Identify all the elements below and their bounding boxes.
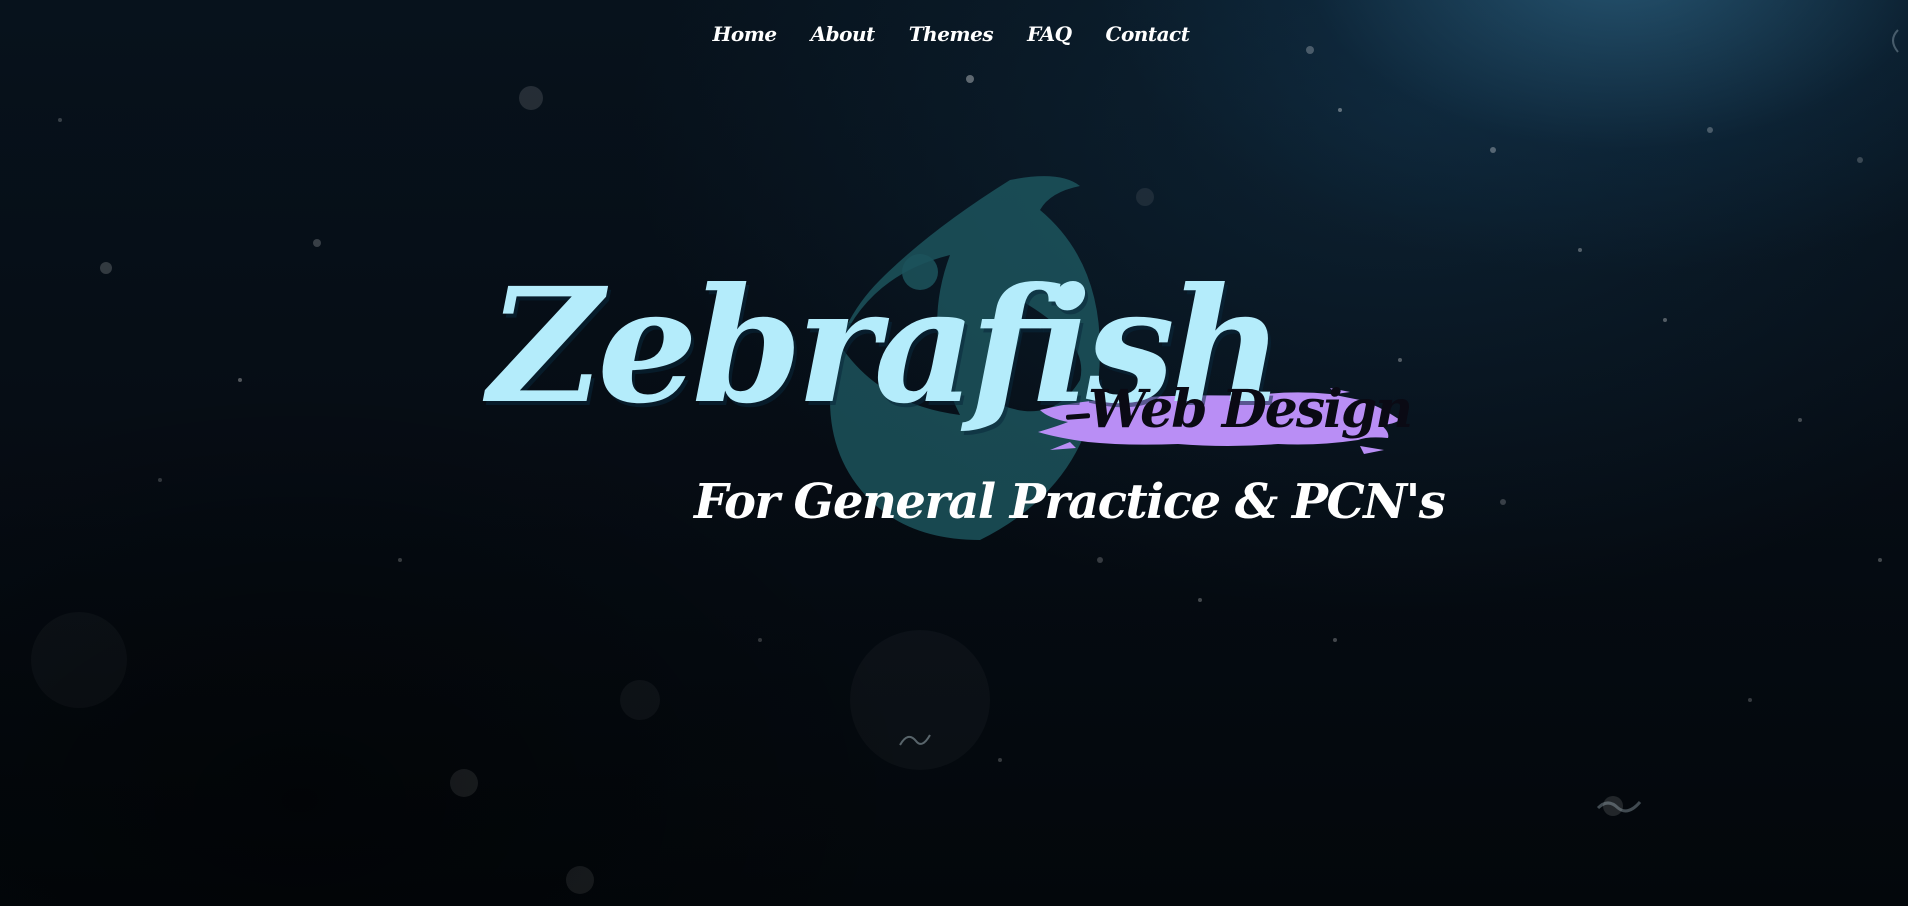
main-nav: Home About Themes FAQ Contact <box>0 22 1908 46</box>
nav-themes-link[interactable]: Themes <box>909 22 994 46</box>
hero-subtitle: For General Practice & PCN's <box>694 474 1446 530</box>
nav-about-link[interactable]: About <box>811 22 876 46</box>
nav-home-link[interactable]: Home <box>713 22 778 46</box>
nav-contact-link[interactable]: Contact <box>1106 22 1190 46</box>
nav-faq-link[interactable]: FAQ <box>1027 22 1072 46</box>
hero-tagline: Web Design <box>1088 379 1413 440</box>
page: Home About Themes FAQ Contact Zebrafish … <box>0 0 1908 906</box>
hero: Zebrafish Web Design For General Practic… <box>0 0 1908 906</box>
